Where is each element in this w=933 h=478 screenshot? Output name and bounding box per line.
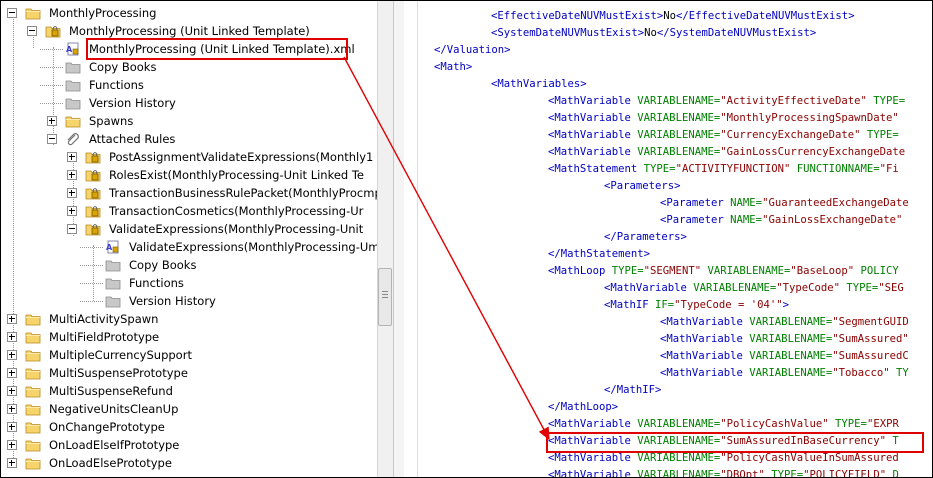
annotation-arrow — [343, 56, 550, 441]
application-window: MonthlyProcessing MonthlyProcessing (Unit… — [0, 0, 933, 478]
